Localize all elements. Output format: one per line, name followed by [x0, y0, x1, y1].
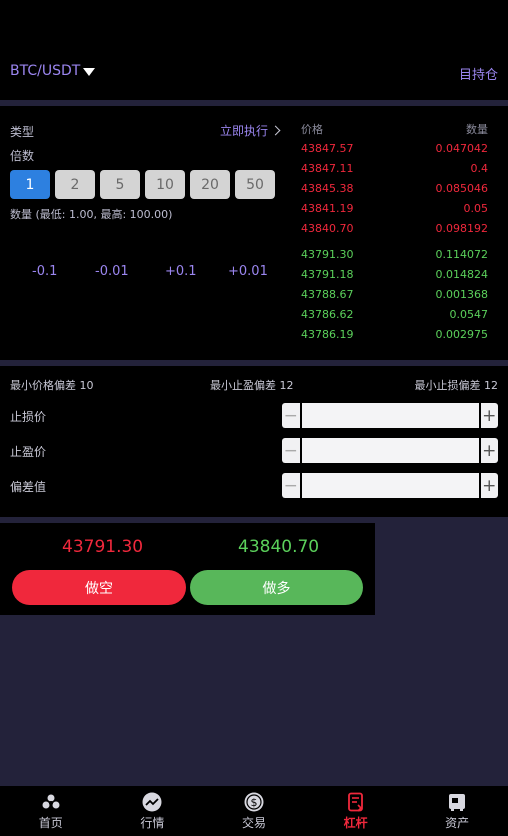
- bid-row[interactable]: 43791.30 0.114072: [301, 248, 488, 261]
- stop-loss-label: 止损价: [10, 410, 47, 424]
- adjust-plus-0-01-button[interactable]: +0.01: [228, 264, 268, 279]
- leverage-icon: [346, 792, 366, 812]
- quantity-label: 数量 (最低: 1.00, 最高: 100.00): [10, 208, 173, 221]
- nav-trade-label: 交易: [241, 815, 266, 830]
- take-profit-input[interactable]: [301, 438, 479, 463]
- market-icon: [142, 792, 162, 812]
- stop-loss-minus-button[interactable]: −: [282, 403, 300, 428]
- ask-price: 43845.38: [301, 182, 354, 195]
- short-price: 43791.30: [62, 537, 144, 557]
- ask-qty: 0.085046: [435, 182, 489, 195]
- bid-price: 43786.62: [301, 308, 354, 321]
- ask-qty: 0.05: [463, 202, 489, 215]
- home-icon: [41, 792, 61, 812]
- leverage-label: 倍数: [10, 149, 35, 163]
- bid-qty: 0.0547: [449, 308, 489, 321]
- long-button[interactable]: 做多: [190, 570, 363, 605]
- stop-loss-plus-button[interactable]: +: [480, 403, 498, 428]
- bid-row[interactable]: 43786.62 0.0547: [301, 308, 488, 321]
- nav-market[interactable]: 行情: [102, 786, 204, 836]
- bid-qty: 0.114072: [435, 248, 489, 261]
- bid-qty: 0.001368: [435, 288, 489, 301]
- nav-assets-label: 资产: [445, 815, 470, 830]
- ask-qty: 0.4: [470, 162, 489, 175]
- leverage-option-1[interactable]: 1: [10, 170, 50, 199]
- ask-row[interactable]: 43845.38 0.085046: [301, 182, 488, 195]
- ask-qty: 0.098192: [435, 222, 489, 235]
- min-price-diff: 最小价格偏差 10: [10, 379, 94, 392]
- adjust-plus-0-1-button[interactable]: +0.1: [165, 264, 197, 279]
- nav-trade[interactable]: $ 交易: [203, 786, 305, 836]
- deviation-input[interactable]: [301, 473, 479, 498]
- deviation-stepper: − +: [282, 473, 498, 498]
- min-sl-diff: 最小止损偏差 12: [414, 379, 499, 392]
- bid-row[interactable]: 43786.19 0.002975: [301, 328, 488, 341]
- execute-mode-selector[interactable]: 立即执行: [220, 122, 281, 139]
- take-profit-label: 止盈价: [10, 445, 47, 459]
- nav-leverage-label: 杠杆: [343, 815, 368, 830]
- orderbook-price-header: 价格: [301, 123, 323, 136]
- deviation-minus-button[interactable]: −: [282, 473, 300, 498]
- leverage-option-10[interactable]: 10: [145, 170, 185, 199]
- take-profit-plus-button[interactable]: +: [480, 438, 498, 463]
- nav-assets[interactable]: 资产: [406, 786, 508, 836]
- leverage-option-5[interactable]: 5: [100, 170, 140, 199]
- ask-row[interactable]: 43840.70 0.098192: [301, 222, 488, 235]
- long-price: 43840.70: [238, 537, 320, 557]
- ask-qty: 0.047042: [435, 142, 489, 155]
- trade-panel: 43791.30 43840.70 做空 做多: [0, 523, 375, 615]
- nav-leverage[interactable]: 杠杆: [305, 786, 407, 836]
- nav-market-label: 行情: [140, 815, 165, 830]
- take-profit-stepper: − +: [282, 438, 498, 463]
- execute-mode-label: 立即执行: [220, 124, 269, 138]
- pair-selector[interactable]: BTC/USDT: [10, 63, 96, 79]
- leverage-option-50[interactable]: 50: [235, 170, 275, 199]
- nav-home[interactable]: 首页: [0, 786, 102, 836]
- short-button[interactable]: 做空: [12, 570, 186, 605]
- stop-loss-stepper: − +: [282, 403, 498, 428]
- ask-price: 43841.19: [301, 202, 354, 215]
- ask-row[interactable]: 43847.11 0.4: [301, 162, 488, 175]
- ask-price: 43847.57: [301, 142, 354, 155]
- leverage-option-2[interactable]: 2: [55, 170, 95, 199]
- bid-row[interactable]: 43788.67 0.001368: [301, 288, 488, 301]
- nav-home-label: 首页: [38, 815, 63, 830]
- bid-price: 43788.67: [301, 288, 354, 301]
- bid-qty: 0.002975: [435, 328, 489, 341]
- svg-text:$: $: [250, 796, 257, 809]
- ask-row[interactable]: 43847.57 0.047042: [301, 142, 488, 155]
- type-label: 类型: [10, 125, 35, 139]
- deviation-label: 偏差值: [10, 480, 47, 494]
- ask-row[interactable]: 43841.19 0.05: [301, 202, 488, 215]
- header: BTC/USDT 目持仓: [0, 0, 508, 100]
- take-profit-minus-button[interactable]: −: [282, 438, 300, 463]
- order-panel: 类型 立即执行 倍数 1 2 5 10 20 50 数量 (最低: 1.00, …: [0, 106, 508, 360]
- ask-price: 43847.11: [301, 162, 354, 175]
- adjust-minus-0-1-button[interactable]: -0.1: [32, 264, 57, 279]
- deviation-plus-button[interactable]: +: [480, 473, 498, 498]
- bid-price: 43791.18: [301, 268, 354, 281]
- stop-loss-input[interactable]: [301, 403, 479, 428]
- bid-price: 43791.30: [301, 248, 354, 261]
- bid-row[interactable]: 43791.18 0.014824: [301, 268, 488, 281]
- pair-label: BTC/USDT: [10, 63, 81, 79]
- leverage-option-20[interactable]: 20: [190, 170, 230, 199]
- caret-down-icon: [83, 67, 96, 76]
- bottom-nav: 首页 行情 $ 交易 杠杆 资产: [0, 786, 508, 836]
- chevron-right-icon: [270, 125, 281, 136]
- min-tp-diff: 最小止盈偏差 12: [210, 379, 294, 392]
- adjust-minus-0-01-button[interactable]: -0.01: [95, 264, 129, 279]
- bid-qty: 0.014824: [435, 268, 489, 281]
- trade-icon: $: [244, 792, 264, 812]
- bid-price: 43786.19: [301, 328, 354, 341]
- holdings-link[interactable]: 目持仓: [459, 64, 498, 83]
- limits-panel: 最小价格偏差 10 最小止盈偏差 12 最小止损偏差 12 止损价 − + 止盈…: [0, 366, 508, 517]
- ask-price: 43840.70: [301, 222, 354, 235]
- orderbook-qty-header: 数量: [466, 123, 488, 136]
- assets-icon: [447, 792, 467, 812]
